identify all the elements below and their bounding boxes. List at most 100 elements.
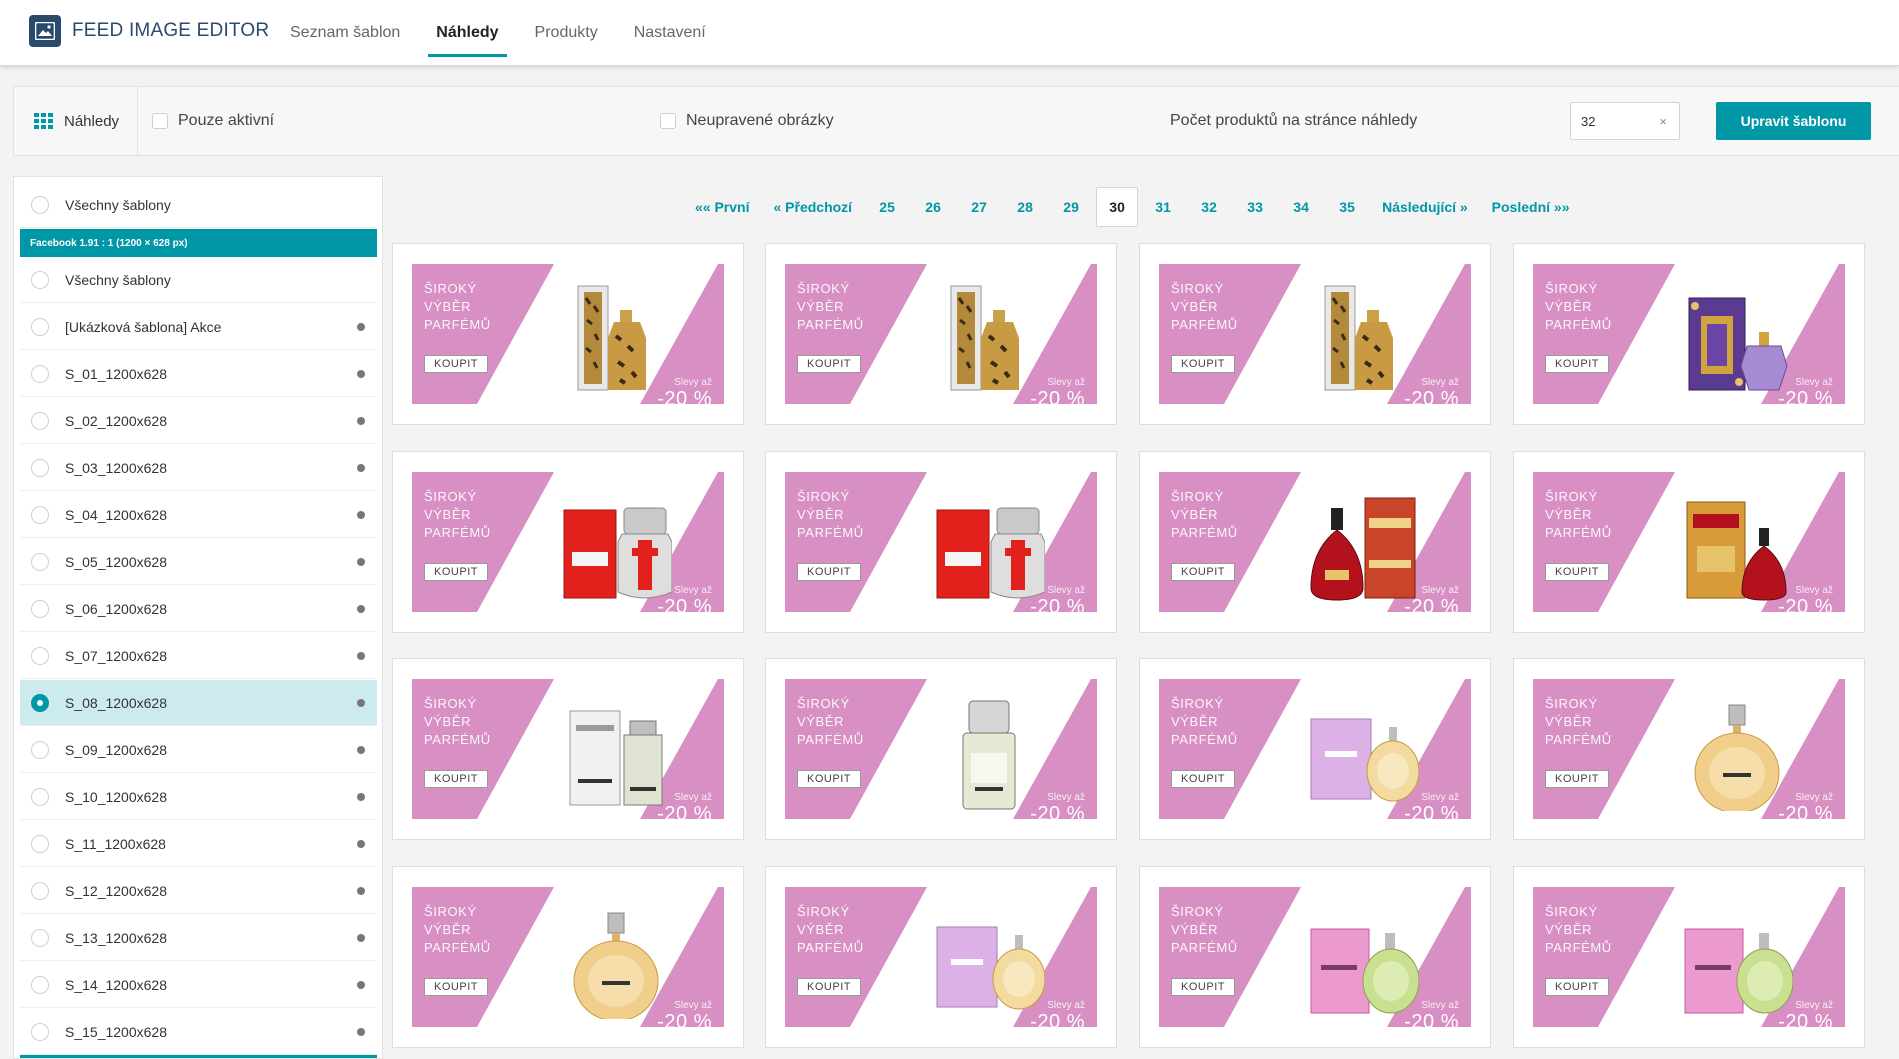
sidebar-item-all-templates-top[interactable]: Všechny šablony <box>20 182 377 228</box>
radio-button[interactable] <box>31 195 49 214</box>
radio-button[interactable] <box>31 881 49 900</box>
page-link[interactable]: 27 <box>956 187 1002 227</box>
edit-template-button[interactable]: Upravit šablonu <box>1716 102 1871 140</box>
chance-pink-box-image <box>936 926 1045 1010</box>
unedited-images-toggle[interactable]: Neupravené obrázky <box>660 87 834 155</box>
banner-buy-button: KOUPIT <box>1171 770 1235 788</box>
sidebar-item-label: [Ukázková šablona] Akce <box>65 318 222 335</box>
banner-headline-line: PARFÉMŮ <box>1171 732 1238 747</box>
preview-card[interactable]: ŠIROKÝ VÝBĚR PARFÉMŮ KOUPIT Slevy až -20 % <box>1139 866 1491 1048</box>
sidebar-item-template[interactable]: [Ukázková šablona] Akce <box>20 304 377 350</box>
banner-headline-line: PARFÉMŮ <box>1545 732 1612 747</box>
sidebar-item-template[interactable]: S_11_1200x628 <box>20 821 377 867</box>
sidebar-item-template[interactable]: S_14_1200x628 <box>20 962 377 1008</box>
radio-button[interactable] <box>31 928 49 947</box>
tab-products[interactable]: Produkty <box>517 0 616 66</box>
sidebar-item-template[interactable]: S_10_1200x628 <box>20 774 377 820</box>
preview-card[interactable]: ŠIROKÝ VÝBĚR PARFÉMŮ KOUPIT Slevy až -20 % <box>392 243 744 425</box>
sidebar-item-template[interactable]: S_15_1200x628 <box>20 1009 377 1055</box>
radio-button[interactable] <box>31 411 49 430</box>
preview-card[interactable]: ŠIROKÝ VÝBĚR PARFÉMŮ KOUPIT Slevy až -20 % <box>392 451 744 633</box>
sidebar-item-label: S_12_1200x628 <box>65 882 167 899</box>
radio-button[interactable] <box>31 1022 49 1041</box>
banner-headline-line: ŠIROKÝ <box>1545 281 1598 296</box>
page-link[interactable]: 33 <box>1232 187 1278 227</box>
sidebar-item-template[interactable]: S_06_1200x628 <box>20 586 377 632</box>
page-prev-link[interactable]: « Předchozí <box>761 187 864 227</box>
banner-discount-caption: Slevy až <box>1047 1000 1085 1011</box>
banner-headline-line: VÝBĚR <box>797 714 845 729</box>
sidebar-item-template[interactable]: S_01_1200x628 <box>20 351 377 397</box>
page-first-link[interactable]: «« První <box>683 187 761 227</box>
sidebar-item-template[interactable]: S_08_1200x628 <box>20 680 377 726</box>
preview-card[interactable]: ŠIROKÝ VÝBĚR PARFÉMŮ KOUPIT Slevy až -20 % <box>1513 866 1865 1048</box>
page-link[interactable]: 28 <box>1002 187 1048 227</box>
radio-button[interactable] <box>31 364 49 383</box>
sidebar-item-template[interactable]: S_05_1200x628 <box>20 539 377 585</box>
sidebar-item-template[interactable]: S_12_1200x628 <box>20 868 377 914</box>
preview-card[interactable]: ŠIROKÝ VÝBĚR PARFÉMŮ KOUPIT Slevy až -20 % <box>765 451 1117 633</box>
radio-button[interactable] <box>31 740 49 759</box>
sidebar-item-template[interactable]: S_09_1200x628 <box>20 727 377 773</box>
page-link[interactable]: 31 <box>1140 187 1186 227</box>
radio-button[interactable] <box>31 552 49 571</box>
radio-button[interactable] <box>31 834 49 853</box>
preview-card[interactable]: ŠIROKÝ VÝBĚR PARFÉMŮ KOUPIT Slevy až -20 % <box>1139 243 1491 425</box>
banner-preview: ŠIROKÝ VÝBĚR PARFÉMŮ KOUPIT Slevy až -20 % <box>1159 264 1471 404</box>
radio-button[interactable] <box>31 787 49 806</box>
banner-headline-line: ŠIROKÝ <box>1545 904 1598 919</box>
radio-button[interactable] <box>31 505 49 524</box>
products-per-page-input[interactable]: 32 × <box>1570 102 1680 140</box>
preview-card[interactable]: ŠIROKÝ VÝBĚR PARFÉMŮ KOUPIT Slevy až -20 % <box>392 866 744 1048</box>
banner-headline-line: VÝBĚR <box>1171 714 1219 729</box>
sidebar-item-template[interactable]: S_02_1200x628 <box>20 398 377 444</box>
tab-settings[interactable]: Nastavení <box>616 0 724 66</box>
banner-buy-button: KOUPIT <box>797 563 861 581</box>
only-active-toggle[interactable]: Pouze aktivní <box>152 87 274 155</box>
sidebar-item-template[interactable]: S_13_1200x628 <box>20 915 377 961</box>
sidebar-item-template[interactable]: S_07_1200x628 <box>20 633 377 679</box>
leopard-bottle-image <box>1324 285 1393 391</box>
preview-card[interactable]: ŠIROKÝ VÝBĚR PARFÉMŮ KOUPIT Slevy až -20 % <box>1513 658 1865 840</box>
sidebar-item-template[interactable]: Všechny šablony <box>20 257 377 303</box>
banner-discount-caption: Slevy až <box>674 585 712 596</box>
page-last-link[interactable]: Poslední »» <box>1480 187 1582 227</box>
preview-card[interactable]: ŠIROKÝ VÝBĚR PARFÉMŮ KOUPIT Slevy až -20 % <box>765 658 1117 840</box>
banner-headline-line: VÝBĚR <box>424 507 472 522</box>
page-link[interactable]: 26 <box>910 187 956 227</box>
tab-templates[interactable]: Seznam šablon <box>272 0 418 66</box>
banner-preview: ŠIROKÝ VÝBĚR PARFÉMŮ KOUPIT Slevy až -20 % <box>1533 264 1845 404</box>
only-active-checkbox[interactable] <box>152 113 168 129</box>
page-link[interactable]: 32 <box>1186 187 1232 227</box>
preview-toolbar: Náhledy Pouze aktivní Neupravené obrázky… <box>13 86 1899 156</box>
preview-card[interactable]: ŠIROKÝ VÝBĚR PARFÉMŮ KOUPIT Slevy až -20 % <box>765 243 1117 425</box>
banner-headline-line: ŠIROKÝ <box>797 696 850 711</box>
preview-card[interactable]: ŠIROKÝ VÝBĚR PARFÉMŮ KOUPIT Slevy až -20 % <box>1139 451 1491 633</box>
preview-card[interactable]: ŠIROKÝ VÝBĚR PARFÉMŮ KOUPIT Slevy až -20 % <box>1513 243 1865 425</box>
radio-button[interactable] <box>31 599 49 618</box>
preview-card[interactable]: ŠIROKÝ VÝBĚR PARFÉMŮ KOUPIT Slevy až -20 % <box>392 658 744 840</box>
sidebar-item-template[interactable]: S_04_1200x628 <box>20 492 377 538</box>
banner-discount-caption: Slevy až <box>1795 1000 1833 1011</box>
page-next-link[interactable]: Následující » <box>1370 187 1480 227</box>
radio-button[interactable] <box>31 270 49 289</box>
page-link[interactable]: 29 <box>1048 187 1094 227</box>
radio-button[interactable] <box>31 458 49 477</box>
preview-card[interactable]: ŠIROKÝ VÝBĚR PARFÉMŮ KOUPIT Slevy až -20 % <box>1139 658 1491 840</box>
sidebar-item-template[interactable]: S_03_1200x628 <box>20 445 377 491</box>
clear-icon[interactable]: × <box>1659 114 1667 129</box>
unedited-images-checkbox[interactable] <box>660 113 676 129</box>
radio-button[interactable] <box>31 646 49 665</box>
page-current[interactable]: 30 <box>1096 187 1139 227</box>
preview-card[interactable]: ŠIROKÝ VÝBĚR PARFÉMŮ KOUPIT Slevy až -20 % <box>1513 451 1865 633</box>
page-link[interactable]: 25 <box>864 187 910 227</box>
radio-button[interactable] <box>31 693 49 712</box>
page-link[interactable]: 34 <box>1278 187 1324 227</box>
tab-previews[interactable]: Náhledy <box>418 0 516 66</box>
radio-button[interactable] <box>31 975 49 994</box>
banner-buy-button: KOUPIT <box>797 978 861 996</box>
banner-headline-line: PARFÉMŮ <box>797 317 864 332</box>
radio-button[interactable] <box>31 317 49 336</box>
preview-card[interactable]: ŠIROKÝ VÝBĚR PARFÉMŮ KOUPIT Slevy až -20 % <box>765 866 1117 1048</box>
page-link[interactable]: 35 <box>1324 187 1370 227</box>
